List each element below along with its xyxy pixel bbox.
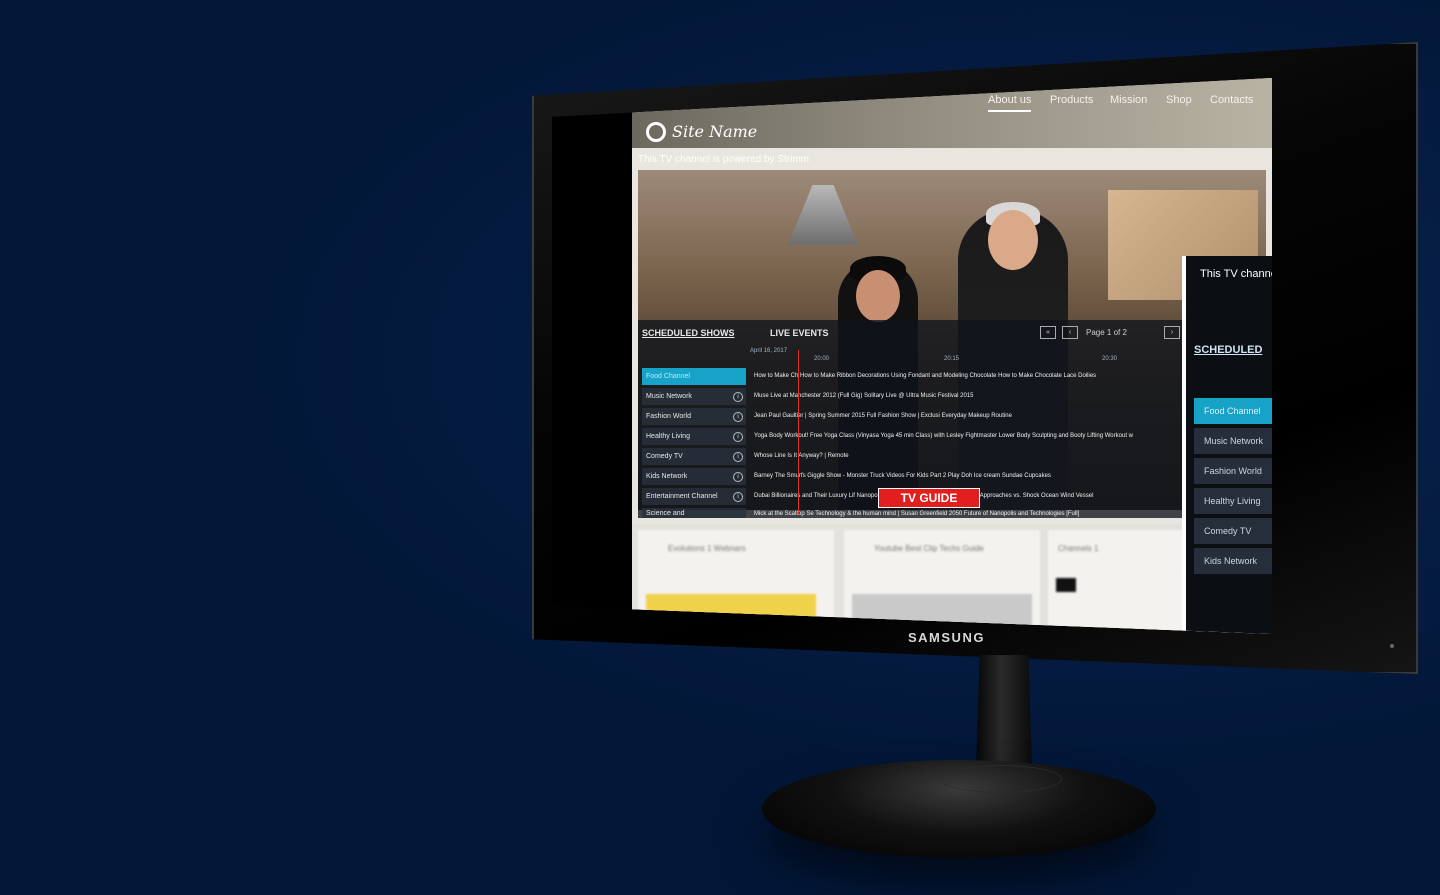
channel-kids-network[interactable]: Kids Network i xyxy=(642,468,746,485)
monitor-stand-ring xyxy=(940,765,1062,793)
channel-label: Music Network xyxy=(646,393,692,400)
info-icon[interactable]: i xyxy=(733,392,743,402)
channel-entertainment[interactable]: Entertainment Channel i xyxy=(642,488,746,505)
card-title: Evolutions 1 Webnars xyxy=(668,544,746,553)
monitor-brand-logo: SAMSUNG xyxy=(908,630,985,645)
card-title: Youtube Best Clip Techs Guide xyxy=(874,544,984,553)
channel-music-network[interactable]: Music Network i xyxy=(642,388,746,405)
info-icon[interactable]: i xyxy=(733,452,743,462)
card-title: Channels 1 xyxy=(1058,544,1099,553)
secondary-channel-item[interactable]: Music Network xyxy=(1194,428,1272,454)
nav-contacts[interactable]: Contacts xyxy=(1210,94,1253,106)
info-icon[interactable]: i xyxy=(733,432,743,442)
chevron-right-icon[interactable]: › xyxy=(1164,326,1180,339)
tab-live-events[interactable]: LIVE EVENTS xyxy=(770,328,829,338)
time-tick: 20:15 xyxy=(944,356,960,362)
nav-products[interactable]: Products xyxy=(1050,94,1093,106)
secondary-channel-panel: This TV channe SCHEDULED Food Channel Mu… xyxy=(1182,256,1272,634)
secondary-channel-item[interactable]: Fashion World xyxy=(1194,458,1272,484)
secondary-channel-item[interactable]: Kids Network xyxy=(1194,548,1272,574)
secondary-channel-item[interactable]: Healthy Living xyxy=(1194,488,1272,514)
channel-label: Fashion World xyxy=(646,413,692,420)
content-card[interactable]: Youtube Best Clip Techs Guide xyxy=(844,530,1040,634)
channel-food-channel[interactable]: Food Channel xyxy=(642,368,746,385)
page-indicator: Page 1 of 2 xyxy=(1086,328,1127,337)
guide-date: April 16, 2017 xyxy=(750,348,788,354)
website: Site Name About us Products Mission Shop… xyxy=(632,78,1272,634)
channel-label: Comedy TV xyxy=(646,453,683,460)
secondary-channel-item[interactable]: Comedy TV xyxy=(1194,518,1272,544)
power-indicator-icon xyxy=(1390,644,1394,648)
info-icon[interactable]: i xyxy=(733,412,743,422)
info-icon[interactable]: i xyxy=(733,492,743,502)
channel-label: Food Channel xyxy=(646,373,690,380)
channel-fashion-world[interactable]: Fashion World i xyxy=(642,408,746,425)
channel-comedy-tv[interactable]: Comedy TV i xyxy=(642,448,746,465)
video-scene-host-face xyxy=(988,210,1038,270)
secondary-panel-title: This TV channe xyxy=(1200,268,1272,280)
channel-science[interactable]: Science and xyxy=(642,508,746,518)
powered-by-text: This TV channel is powered by Strimm xyxy=(638,154,809,165)
site-logo-icon[interactable] xyxy=(646,122,666,142)
secondary-tab-scheduled[interactable]: SCHEDULED xyxy=(1194,344,1262,356)
time-tick: 20:00 xyxy=(814,356,830,362)
current-time-line xyxy=(798,350,799,514)
channel-label: Science and xyxy=(646,510,685,517)
monitor: Site Name About us Products Mission Shop… xyxy=(532,42,1418,674)
nav-shop[interactable]: Shop xyxy=(1166,94,1192,106)
channel-label: Kids Network xyxy=(646,473,688,480)
chevron-left-icon[interactable]: ‹ xyxy=(1062,326,1078,339)
monitor-screen: Site Name About us Products Mission Shop… xyxy=(552,78,1272,634)
video-scene-chef-face xyxy=(856,270,900,322)
card-thumbnail xyxy=(1056,578,1076,592)
tab-scheduled-shows[interactable]: SCHEDULED SHOWS xyxy=(642,328,735,338)
channel-label: Healthy Living xyxy=(646,433,690,440)
secondary-channel-item[interactable]: Food Channel xyxy=(1194,398,1272,424)
site-name[interactable]: Site Name xyxy=(672,122,757,141)
nav-about-us[interactable]: About us xyxy=(988,94,1032,112)
channel-label: Entertainment Channel xyxy=(646,493,718,500)
tv-guide-button[interactable]: TV GUIDE xyxy=(878,488,980,508)
channel-healthy-living[interactable]: Healthy Living i xyxy=(642,428,746,445)
nav-mission[interactable]: Mission xyxy=(1110,94,1147,106)
info-icon[interactable]: i xyxy=(733,472,743,482)
video-scene-hood xyxy=(788,185,858,245)
double-chevron-left-icon[interactable]: « xyxy=(1040,326,1056,339)
time-tick: 20:30 xyxy=(1102,356,1118,362)
